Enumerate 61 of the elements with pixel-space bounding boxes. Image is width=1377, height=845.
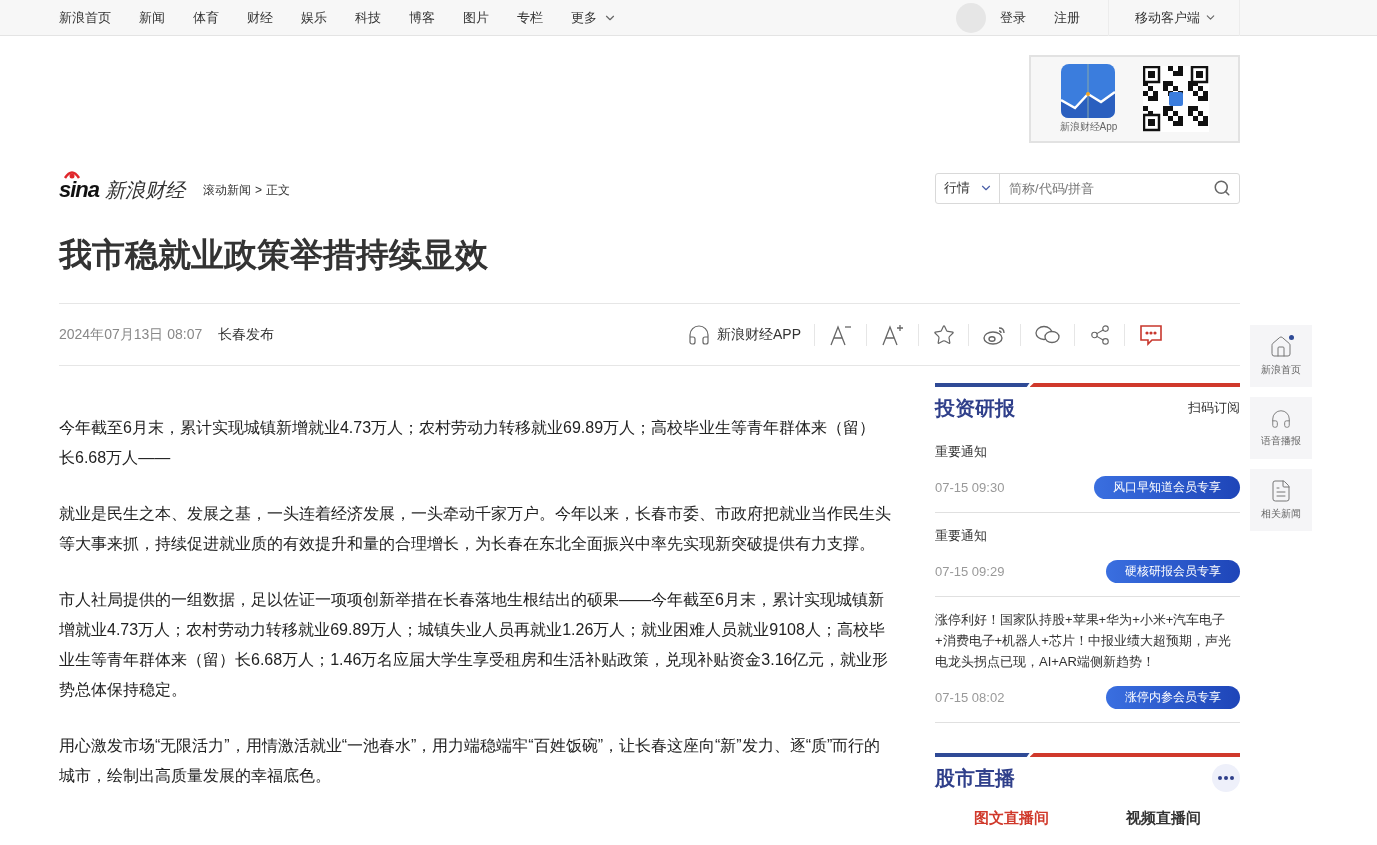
nav-link[interactable]: 财经 <box>247 8 273 27</box>
nav-link[interactable]: 专栏 <box>517 8 543 27</box>
current-page-label[interactable]: 正文 <box>266 181 291 199</box>
search-icon[interactable] <box>1213 179 1231 197</box>
live-tab[interactable]: 图文直播间 <box>973 809 1049 828</box>
more-button[interactable] <box>1212 764 1240 792</box>
report-time: 07-15 09:29 <box>935 564 1005 579</box>
app-label: 新浪财经App <box>1059 120 1118 134</box>
publish-date: 2024年07月13日 08:07 <box>59 325 203 344</box>
app-listen-link[interactable]: 新浪财经APP <box>717 325 801 344</box>
stock-search-field[interactable]: 行情 简称/代码/拼音 <box>935 172 1240 204</box>
register-link[interactable]: 注册 <box>1054 8 1080 27</box>
article-title: 我市稳就业政策举措持续显效 <box>59 235 489 275</box>
notification-dot <box>1289 335 1294 340</box>
nav-link[interactable]: 博客 <box>409 8 435 27</box>
chat-bubbles-icon[interactable] <box>1035 324 1061 345</box>
more-menu[interactable]: 更多 <box>571 8 617 27</box>
app-icon <box>1061 64 1116 118</box>
mobile-client-menu[interactable]: 移动客户端 <box>1108 0 1240 36</box>
share-icon[interactable] <box>1089 323 1111 346</box>
subscribe-link[interactable]: 扫码订阅 <box>1188 399 1240 417</box>
side-nav-button[interactable]: 相关新闻 <box>1250 469 1312 531</box>
article-paragraph: 就业是民生之本、发展之基，一头连着经济发展，一头牵动千家万户。今年以来，长春市委、市政府把就业当作民生头等大事来抓，持续促进就业质的有效提升和量的合理增长，为长春在东北全面振兴中率先实现新突破提供有力支撑。 <box>59 504 891 554</box>
more-icon <box>1218 776 1234 780</box>
site-logo[interactable]: sina 新浪财经 <box>59 172 186 204</box>
headphones-icon[interactable] <box>687 322 711 347</box>
nav-link[interactable]: 科技 <box>355 8 381 27</box>
nav-link[interactable]: 娱乐 <box>301 8 327 27</box>
comment-icon[interactable] <box>1139 323 1163 346</box>
nav-link[interactable]: 图片 <box>463 8 489 27</box>
report-time: 07-15 09:30 <box>935 480 1005 495</box>
star-icon[interactable] <box>933 323 955 346</box>
market-select[interactable]: 行情 <box>936 173 1000 203</box>
report-title[interactable]: 重要通知 <box>935 525 1240 546</box>
home-icon <box>1269 335 1293 359</box>
article-paragraph: 用心激发市场“无限活力”，用情激活就业“一池春水”，用力端稳端牢“百姓饭碗”，让长春这座向“新”发力、逐“质”而行的城市，绘制出高质量发展的幸福底色。 <box>59 736 882 786</box>
section-title: 投资研报 <box>935 395 1015 421</box>
headphones-icon <box>1270 408 1292 430</box>
report-title[interactable]: 涨停利好！国家队持股+苹果+华为+小米+汽车电子+消费电子+机器人+芯片！中报业绩大超预期，声光电龙头拐点已现，AI+AR端侧新趋势！ <box>935 609 1240 672</box>
member-tag[interactable]: 风口早知道会员专享 <box>1094 476 1240 499</box>
nav-link[interactable]: 体育 <box>193 8 219 27</box>
report-time: 07-15 08:02 <box>935 690 1005 705</box>
nav-link[interactable]: 新浪首页 <box>59 8 111 27</box>
qr-code <box>1143 66 1210 132</box>
breadcrumb-link[interactable]: 滚动新闻 <box>203 181 252 199</box>
section-title: 股市直播 <box>935 765 1015 791</box>
article-source[interactable]: 长春发布 <box>218 325 275 344</box>
breadcrumb-separator: > <box>255 183 263 197</box>
live-tab[interactable]: 视频直播间 <box>1126 809 1202 828</box>
weibo-icon[interactable] <box>983 324 1007 345</box>
nav-link[interactable]: 新闻 <box>139 8 165 27</box>
side-nav-button[interactable]: 语音播报 <box>1250 397 1312 459</box>
member-tag[interactable]: 硬核研报会员专享 <box>1106 560 1240 583</box>
member-tag[interactable]: 涨停内参会员专享 <box>1106 686 1240 709</box>
article-paragraph: 市人社局提供的一组数据，足以佐证一项项创新举措在长春落地生根结出的硕果——今年截至6月末，累计实现城镇新增就业4.73万人；农村劳动力转移就业69.89万人；城镇失业人员再就业1.26万人；就业困难人员就业9108人；高校毕业生等青年群体来（留）长6.68万人；1.46万名应届大学生享受租房和生活补贴政策，兑现补贴资金3.16亿元，就业形势总体保持稳定。 <box>59 590 890 700</box>
font-increase-icon[interactable] <box>881 322 905 347</box>
article-paragraph: 今年截至6月末，累计实现城镇新增就业4.73万人；农村劳动力转移就业69.89万人；高校毕业生等青年群体来（留）长6.68万人—— <box>59 418 877 468</box>
side-nav-button[interactable]: 新浪首页 <box>1250 325 1312 387</box>
document-icon <box>1269 479 1293 503</box>
report-title[interactable]: 重要通知 <box>935 441 1240 462</box>
login-link[interactable]: 登录 <box>1000 8 1026 27</box>
